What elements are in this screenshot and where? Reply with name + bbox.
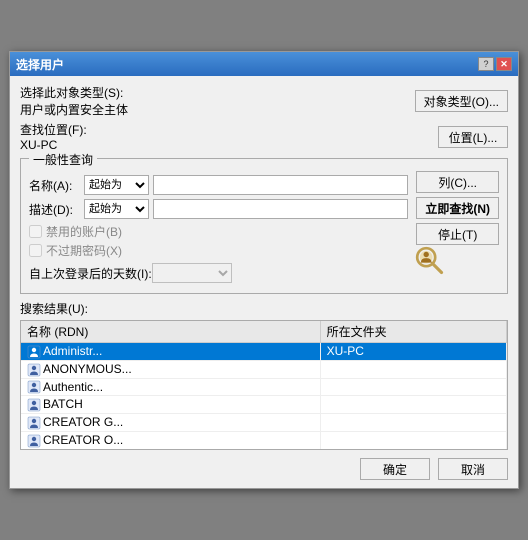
title-bar: 选择用户 ? ✕ — [10, 52, 518, 76]
desc-input[interactable] — [153, 199, 408, 219]
user-icon — [27, 344, 43, 358]
cell-name: CREATOR G... — [21, 414, 320, 432]
results-table-wrapper[interactable]: 名称 (RDN) 所在文件夹 Administr... XU-PC ANONYMO… — [20, 320, 508, 450]
table-row[interactable]: CREATOR O... — [21, 432, 507, 450]
name-select[interactable]: 起始为 — [84, 175, 149, 195]
location-value: XU-PC — [20, 138, 110, 152]
search-icon-area — [408, 241, 448, 277]
cell-name-text: ANONYMOUS... — [43, 362, 132, 376]
cell-name: BATCH — [21, 396, 320, 414]
search-decorative-icon — [410, 241, 446, 277]
cell-name-text: Administr... — [43, 344, 102, 358]
query-area: 名称(A): 起始为 描述(D): 起始为 禁用的账户(B) — [29, 171, 408, 285]
location-label-value: 查找位置(F): XU-PC — [20, 121, 110, 152]
table-row[interactable]: Authentic... — [21, 378, 507, 396]
user-icon-svg — [27, 416, 41, 430]
user-icon — [27, 380, 43, 394]
user-icon-svg — [27, 345, 41, 359]
dialog-body: 选择此对象类型(S): 用户或内置安全主体 对象类型(O)... 查找位置(F)… — [10, 76, 518, 488]
results-table: 名称 (RDN) 所在文件夹 Administr... XU-PC ANONYMO… — [21, 321, 507, 450]
cell-name: DIALUP — [21, 449, 320, 450]
table-row[interactable]: DIALUP — [21, 449, 507, 450]
name-label: 名称(A): — [29, 177, 84, 194]
cell-name-text: CREATOR G... — [43, 415, 123, 429]
since-row: 自上次登录后的天数(I): — [29, 263, 408, 283]
object-type-label: 选择此对象类型(S): — [20, 84, 128, 101]
query-buttons-panel: 列(C)... 立即查找(N) 停止(T) — [416, 171, 499, 285]
no-expire-password-label: 不过期密码(X) — [46, 242, 122, 259]
col-header-name: 名称 (RDN) — [21, 321, 320, 343]
cell-folder: XU-PC — [320, 343, 506, 361]
disabled-account-label: 禁用的账户(B) — [46, 223, 122, 240]
table-row[interactable]: BATCH — [21, 396, 507, 414]
table-row[interactable]: CREATOR G... — [21, 414, 507, 432]
location-button[interactable]: 位置(L)... — [438, 126, 508, 148]
col-header-folder: 所在文件夹 — [320, 321, 506, 343]
desc-label: 描述(D): — [29, 201, 84, 218]
general-query-group: 一般性查询 名称(A): 起始为 描述(D): 起始为 — [20, 158, 508, 294]
user-icon-svg — [27, 434, 41, 448]
search-now-button[interactable]: 立即查找(N) — [416, 197, 499, 219]
results-label: 搜索结果(U): — [20, 300, 508, 317]
cell-folder — [320, 360, 506, 378]
ok-button[interactable]: 确定 — [360, 458, 430, 480]
no-expire-password-checkbox[interactable] — [29, 244, 42, 257]
user-icon — [27, 415, 43, 429]
disabled-account-checkbox[interactable] — [29, 225, 42, 238]
user-icon — [27, 397, 43, 411]
name-input[interactable] — [153, 175, 408, 195]
select-user-dialog: 选择用户 ? ✕ 选择此对象类型(S): 用户或内置安全主体 对象类型(O)..… — [9, 51, 519, 489]
cell-folder — [320, 396, 506, 414]
cell-folder — [320, 414, 506, 432]
user-icon — [27, 433, 43, 447]
cell-folder — [320, 378, 506, 396]
user-icon-svg — [27, 398, 41, 412]
cell-name: Administr... — [21, 343, 320, 361]
footer-buttons: 确定 取消 — [20, 458, 508, 480]
cell-name: CREATOR O... — [21, 432, 320, 450]
group-inner: 名称(A): 起始为 描述(D): 起始为 禁用的账户(B) — [29, 171, 499, 285]
no-expire-password-row: 不过期密码(X) — [29, 242, 408, 259]
location-label: 查找位置(F): — [20, 121, 110, 138]
name-query-row: 名称(A): 起始为 — [29, 175, 408, 195]
user-icon-svg — [27, 380, 41, 394]
dialog-title: 选择用户 — [16, 56, 64, 73]
disabled-account-row: 禁用的账户(B) — [29, 223, 408, 240]
location-section: 查找位置(F): XU-PC 位置(L)... — [20, 121, 508, 152]
close-button[interactable]: ✕ — [496, 57, 512, 71]
since-label: 自上次登录后的天数(I): — [29, 265, 152, 282]
help-button[interactable]: ? — [478, 57, 494, 71]
results-section: 搜索结果(U): 名称 (RDN) 所在文件夹 Administr... XU-P… — [20, 300, 508, 450]
table-row[interactable]: Administr... XU-PC — [21, 343, 507, 361]
cell-name-text: Authentic... — [43, 380, 103, 394]
since-select[interactable] — [152, 263, 232, 283]
group-box-legend: 一般性查询 — [29, 151, 97, 168]
object-type-value: 用户或内置安全主体 — [20, 101, 128, 118]
cancel-button[interactable]: 取消 — [438, 458, 508, 480]
object-type-label-value: 选择此对象类型(S): 用户或内置安全主体 — [20, 84, 128, 118]
cell-name-text: CREATOR O... — [43, 433, 123, 447]
user-icon — [27, 362, 43, 376]
table-header-row: 名称 (RDN) 所在文件夹 — [21, 321, 507, 343]
title-bar-buttons: ? ✕ — [478, 57, 512, 71]
table-row[interactable]: ANONYMOUS... — [21, 360, 507, 378]
cell-name: Authentic... — [21, 378, 320, 396]
cell-name-text: BATCH — [43, 397, 83, 411]
user-icon-svg — [27, 363, 41, 377]
list-button[interactable]: 列(C)... — [416, 171, 499, 193]
object-type-section: 选择此对象类型(S): 用户或内置安全主体 对象类型(O)... — [20, 84, 508, 118]
cell-folder — [320, 432, 506, 450]
cell-name: ANONYMOUS... — [21, 360, 320, 378]
object-type-button[interactable]: 对象类型(O)... — [415, 90, 508, 112]
desc-select[interactable]: 起始为 — [84, 199, 149, 219]
desc-query-row: 描述(D): 起始为 — [29, 199, 408, 219]
cell-folder — [320, 449, 506, 450]
